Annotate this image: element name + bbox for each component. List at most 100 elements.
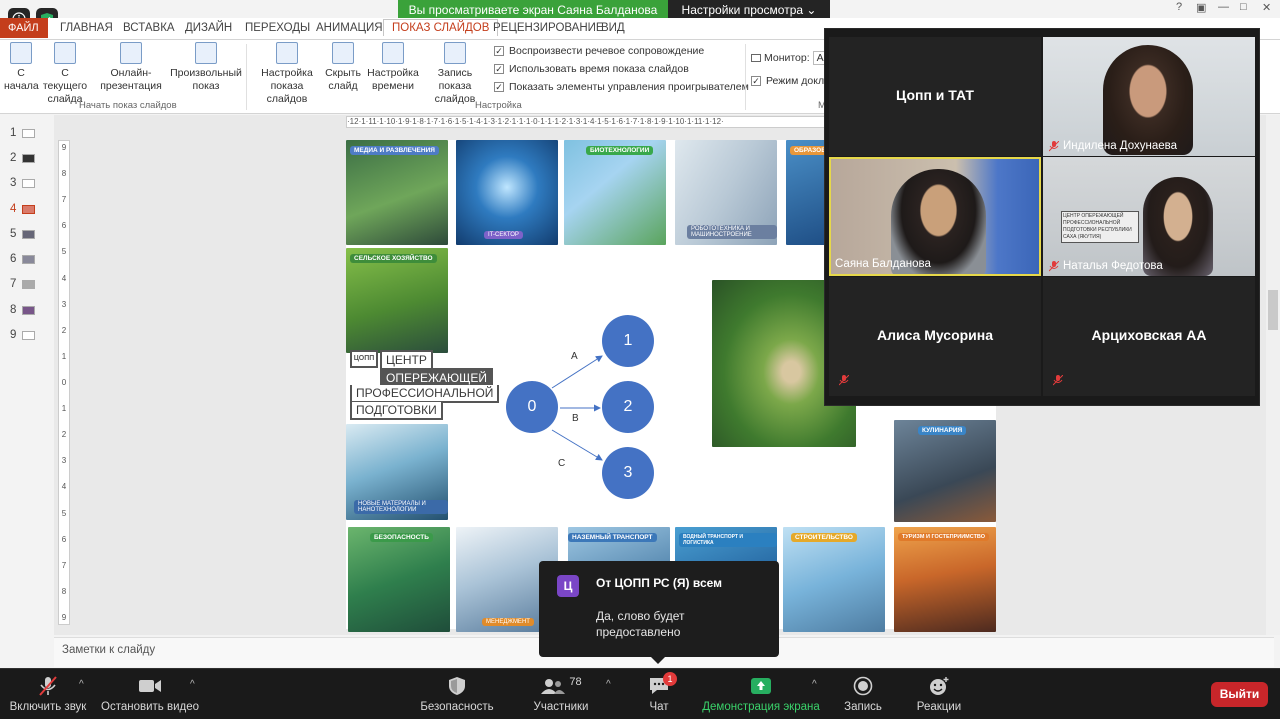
record-show-button[interactable]: Запись показа слайдов bbox=[420, 42, 490, 106]
tile-caption: Туризм и гостеприимство bbox=[898, 533, 990, 541]
hide-slide-label: Скрыть слайд bbox=[325, 67, 361, 92]
slide-mini-icon bbox=[22, 230, 35, 239]
tab-home[interactable]: ГЛАВНАЯ bbox=[60, 22, 113, 34]
tab-insert[interactable]: ВСТАВКА bbox=[123, 22, 175, 34]
participant-name: Индилена Дохунаева bbox=[1063, 140, 1178, 152]
share-banner: Вы просматриваете экран Саяна Балданова … bbox=[398, 0, 830, 20]
tile-caption: Водный транспорт и логистика bbox=[679, 533, 777, 547]
hide-slide-button[interactable]: Скрыть слайд bbox=[324, 42, 362, 93]
slide-thumb-8[interactable]: 8 bbox=[10, 304, 35, 316]
participants-caret-icon[interactable]: ^ bbox=[606, 679, 611, 690]
tile-cooking: Кулинария bbox=[894, 420, 996, 522]
scroll-thumb[interactable] bbox=[1268, 290, 1278, 330]
meeting-toolbar: Включить звук ^ Остановить видео ^ Безоп… bbox=[0, 668, 1280, 719]
video-tile[interactable]: ЦЕНТР ОПЕРЕЖАЮЩЕЙ ПРОФЕССИОНАЛЬНОЙ ПОДГО… bbox=[1043, 157, 1255, 276]
hide-slide-icon bbox=[332, 42, 354, 64]
ribbon-display-icon[interactable]: ▣ bbox=[1196, 1, 1206, 14]
slide-number: 6 bbox=[10, 253, 17, 265]
record-button[interactable]: Запись bbox=[840, 675, 886, 713]
leave-meeting-button[interactable]: Выйти bbox=[1211, 682, 1268, 707]
share-screen-label: Демонстрация экрана bbox=[702, 701, 820, 713]
participant-name: Арциховская АА bbox=[1091, 327, 1207, 343]
monitor-select[interactable]: Монитор: Ав bbox=[751, 51, 834, 65]
video-tile[interactable]: Арциховская АА bbox=[1043, 277, 1255, 396]
unmute-button[interactable]: Включить звук bbox=[8, 675, 88, 713]
participants-label: Участники bbox=[533, 701, 589, 713]
slide-thumb-6[interactable]: 6 bbox=[10, 253, 35, 265]
ruler-tick: 1 bbox=[61, 404, 67, 414]
reactions-button[interactable]: Реакции bbox=[912, 675, 966, 713]
vertical-ruler: 9 8 7 6 5 4 3 2 1 0 1 2 3 4 5 6 7 8 9 bbox=[58, 140, 70, 625]
audio-options-caret-icon[interactable]: ^ bbox=[79, 679, 84, 690]
tab-transitions[interactable]: ПЕРЕХОДЫ bbox=[245, 22, 310, 34]
slide-thumb-4[interactable]: 4 bbox=[10, 203, 35, 215]
slide-thumbnail-list: 1 2 3 4 5 6 7 8 9 bbox=[0, 115, 46, 635]
video-options-caret-icon[interactable]: ^ bbox=[190, 679, 195, 690]
maximize-icon[interactable]: □ bbox=[1240, 1, 1247, 13]
slide-mini-icon bbox=[22, 129, 35, 138]
graph-node-2: 2 bbox=[602, 381, 654, 433]
record-label: Запись bbox=[844, 701, 882, 713]
tile-caption: Новые материалы и нанотехнологии bbox=[354, 500, 448, 514]
monitor-label: Монитор: bbox=[764, 52, 810, 64]
setup-show-icon bbox=[276, 42, 298, 64]
logo-line-4: ПОДГОТОВКИ bbox=[350, 402, 443, 420]
security-button[interactable]: Безопасность bbox=[418, 675, 496, 713]
globe-icon bbox=[120, 42, 142, 64]
view-options-label: Настройки просмотра bbox=[681, 3, 804, 17]
tab-design[interactable]: ДИЗАЙН bbox=[185, 22, 232, 34]
share-screen-button[interactable]: Демонстрация экрана bbox=[700, 675, 822, 713]
slide-thumb-1[interactable]: 1 bbox=[10, 127, 35, 139]
participants-button[interactable]: 78 Участники bbox=[528, 675, 594, 713]
slide-thumb-3[interactable]: 3 bbox=[10, 177, 35, 189]
timings-label: Использовать время показа слайдов bbox=[509, 63, 689, 75]
tile-media: Медиа и развлечения bbox=[346, 140, 448, 245]
tab-slideshow[interactable]: ПОКАЗ СЛАЙДОВ bbox=[383, 19, 499, 36]
from-current-button[interactable]: С текущего слайда bbox=[38, 42, 92, 106]
edge-label-a: A bbox=[571, 351, 578, 362]
timings-checkbox[interactable]: ✓ Использовать время показа слайдов bbox=[494, 63, 689, 75]
tab-review[interactable]: РЕЦЕНЗИРОВАНИЕ bbox=[493, 22, 604, 34]
video-tile[interactable]: Цопп и ТАТ bbox=[829, 37, 1041, 156]
tile-caption: Сельское хозяйство bbox=[350, 254, 437, 263]
group-label-start: Начать показ слайдов bbox=[79, 100, 177, 111]
rehearse-timings-button[interactable]: Настройка времени bbox=[366, 42, 420, 93]
chat-notification-popup[interactable]: Ц От ЦОПП РС (Я) всем Да, слово будет пр… bbox=[539, 561, 779, 664]
slide-thumb-7[interactable]: 7 bbox=[10, 278, 35, 290]
online-presentation-button[interactable]: Онлайн- презентация bbox=[98, 42, 164, 93]
slide-thumb-9[interactable]: 9 bbox=[10, 329, 35, 341]
custom-show-button[interactable]: Произвольный показ bbox=[168, 42, 244, 93]
media-controls-checkbox[interactable]: ✓ Показать элементы управления проигрыват… bbox=[494, 81, 749, 93]
rehearse-timings-label: Настройка времени bbox=[367, 67, 419, 92]
view-options-button[interactable]: Настройки просмотра ⌄ bbox=[668, 0, 830, 20]
video-tile-active-speaker[interactable]: Саяна Балданова bbox=[829, 157, 1041, 276]
slideshow-current-icon bbox=[54, 42, 76, 64]
narration-checkbox[interactable]: ✓ Воспроизвести речевое сопровождение bbox=[494, 45, 704, 57]
minimize-icon[interactable]: — bbox=[1218, 1, 1229, 13]
from-start-button[interactable]: С начала bbox=[4, 42, 39, 93]
vertical-scrollbar[interactable] bbox=[1266, 115, 1280, 635]
tile-caption: Робототехника и машиностроение bbox=[687, 225, 777, 239]
video-tile[interactable]: Индилена Дохунаева bbox=[1043, 37, 1255, 156]
video-gallery-panel[interactable]: Цопп и ТАТ Индилена Дохунаева Саяна Балд… bbox=[824, 28, 1260, 406]
share-banner-message: Вы просматриваете экран Саяна Балданова bbox=[398, 0, 668, 20]
edge-label-b: B bbox=[572, 413, 579, 424]
tab-view[interactable]: ВИД bbox=[601, 22, 625, 34]
help-icon[interactable]: ? bbox=[1176, 1, 1182, 13]
from-start-label: С начала bbox=[4, 67, 39, 92]
slide-thumb-2[interactable]: 2 bbox=[10, 152, 35, 164]
tab-animation[interactable]: АНИМАЦИЯ bbox=[316, 22, 383, 34]
setup-show-button[interactable]: Настройка показа слайдов bbox=[250, 42, 324, 106]
sender-avatar: Ц bbox=[557, 575, 579, 597]
ruler-tick: 7 bbox=[61, 560, 67, 570]
smiley-plus-icon bbox=[930, 677, 949, 695]
video-tile[interactable]: Алиса Мусорина bbox=[829, 277, 1041, 396]
file-tab[interactable]: ФАЙЛ bbox=[0, 18, 48, 38]
slide-thumb-5[interactable]: 5 bbox=[10, 228, 35, 240]
presenter-view-checkbox[interactable]: ✓ Режим докла bbox=[751, 75, 830, 87]
close-icon[interactable]: ✕ bbox=[1262, 1, 1271, 14]
slide-number: 2 bbox=[10, 152, 17, 164]
share-options-caret-icon[interactable]: ^ bbox=[812, 679, 817, 690]
participants-count: 78 bbox=[569, 676, 582, 688]
stop-video-button[interactable]: Остановить видео bbox=[100, 675, 200, 713]
